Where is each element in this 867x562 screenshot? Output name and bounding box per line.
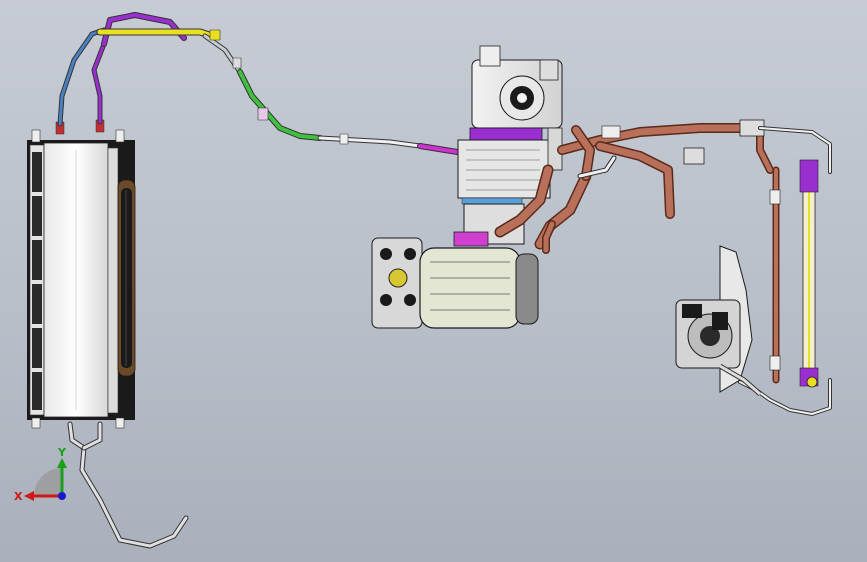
coordinate-triad: Y X (14, 446, 67, 503)
x-axis-label: X (14, 490, 23, 503)
y-axis-label: Y (57, 446, 67, 459)
hvac-module[interactable] (457, 45, 563, 245)
compressor-unit[interactable] (371, 231, 539, 329)
cad-viewport[interactable]: Y X (0, 0, 867, 562)
cad-model-view[interactable]: Y X (0, 0, 867, 562)
radiator-right-tank (107, 147, 119, 414)
bottom-drain-line[interactable] (67, 421, 189, 549)
accumulator-rail[interactable] (799, 159, 819, 388)
electric-compressor[interactable] (675, 245, 762, 396)
green-line[interactable] (238, 70, 322, 140)
radiator-assembly[interactable] (27, 119, 136, 429)
z-axis-dot (58, 492, 66, 500)
